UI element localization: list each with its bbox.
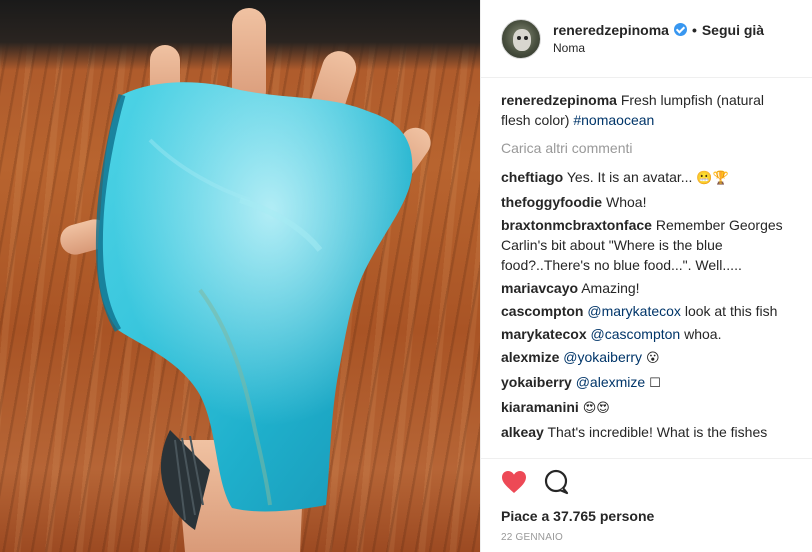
comment-item: mariavcayo Amazing! bbox=[501, 278, 792, 298]
verified-badge-icon bbox=[673, 23, 687, 36]
comment-mention[interactable]: @cascompton bbox=[591, 326, 681, 342]
comment-mention[interactable]: @alexmize bbox=[576, 374, 645, 390]
comment-item: marykatecox @cascompton whoa. bbox=[501, 324, 792, 344]
comment-text: Whoa! bbox=[606, 194, 647, 210]
comment-item: thefoggyfoodie Whoa! bbox=[501, 192, 792, 212]
likes-count[interactable]: Piace a 37.765 persone bbox=[501, 508, 793, 524]
post-photo[interactable] bbox=[0, 0, 480, 552]
comment-text: whoa. bbox=[684, 326, 722, 342]
post-date: 22 GENNAIO bbox=[501, 532, 564, 543]
following-button[interactable]: Segui già bbox=[702, 21, 764, 39]
post-actions: Piace a 37.765 persone 22 GENNAIO bbox=[481, 458, 812, 543]
comment-username[interactable]: cascompton bbox=[501, 303, 583, 319]
comment-text: Amazing! bbox=[581, 280, 640, 296]
comment-username[interactable]: cheftiago bbox=[501, 169, 563, 185]
comment-item: alkeay That's incredible! What is the fi… bbox=[501, 422, 792, 444]
action-icons bbox=[501, 467, 793, 499]
comment-emoji: 😮 bbox=[645, 351, 660, 366]
separator-dot: • bbox=[691, 21, 697, 38]
header-text: reneredzepinoma • Segui già Noma bbox=[553, 21, 764, 57]
avatar[interactable] bbox=[501, 18, 541, 59]
lumpfish-in-hand-illustration bbox=[60, 8, 431, 552]
comment-mention[interactable]: @marykatecox bbox=[587, 303, 681, 319]
header-line: reneredzepinoma • Segui già bbox=[553, 21, 764, 39]
comment-item: kiaramanini 😍😍 bbox=[501, 397, 792, 419]
avatar-face bbox=[513, 28, 531, 51]
comment-item: alexmize @yokaiberry 😮 bbox=[501, 347, 792, 369]
location-link[interactable]: Noma bbox=[553, 39, 764, 57]
caption-hashtag[interactable]: #nomaocean bbox=[573, 112, 654, 128]
comment-username[interactable]: thefoggyfoodie bbox=[501, 194, 602, 210]
caption: reneredzepinoma Fresh lumpfish (natural … bbox=[501, 90, 792, 130]
post-side-panel: reneredzepinoma • Segui già Noma renered… bbox=[480, 0, 812, 552]
heart-filled-icon[interactable] bbox=[501, 470, 527, 497]
caption-username[interactable]: reneredzepinoma bbox=[501, 92, 617, 108]
comment-item: yokaiberry @alexmize ☐ bbox=[501, 372, 792, 394]
comment-username[interactable]: kiaramanini bbox=[501, 399, 579, 415]
comment-emoji: ☐ bbox=[649, 376, 661, 391]
comment-username[interactable]: alexmize bbox=[501, 349, 559, 365]
load-more-comments-button[interactable]: Carica altri commenti bbox=[501, 138, 792, 158]
instagram-post: reneredzepinoma • Segui già Noma renered… bbox=[0, 0, 812, 552]
comment-item: braxtonmcbraxtonface Remember Georges Ca… bbox=[501, 215, 792, 275]
comment-username[interactable]: alkeay bbox=[501, 424, 544, 440]
comment-item: cheftiago Yes. It is an avatar... 😬🏆 bbox=[501, 167, 792, 189]
comment-username[interactable]: marykatecox bbox=[501, 326, 587, 342]
avatar-eye bbox=[524, 35, 528, 40]
comment-emoji: 😬🏆 bbox=[696, 171, 729, 186]
speech-bubble-icon[interactable] bbox=[543, 469, 569, 498]
comment-mention[interactable]: @yokaiberry bbox=[563, 349, 642, 365]
comment-username[interactable]: braxtonmcbraxtonface bbox=[501, 217, 652, 233]
comment-username[interactable]: yokaiberry bbox=[501, 374, 572, 390]
comment-emoji: 😍😍 bbox=[582, 401, 610, 416]
header-username[interactable]: reneredzepinoma bbox=[553, 21, 669, 39]
avatar-eye bbox=[517, 35, 521, 40]
comment-text: look at this fish bbox=[684, 303, 778, 319]
comment-username[interactable]: mariavcayo bbox=[501, 280, 578, 296]
comments-list: reneredzepinoma Fresh lumpfish (natural … bbox=[481, 78, 812, 444]
comment-item: cascompton @marykatecox look at this fis… bbox=[501, 301, 792, 321]
post-header: reneredzepinoma • Segui già Noma bbox=[481, 0, 812, 78]
comment-text: Yes. It is an avatar... bbox=[566, 169, 693, 185]
